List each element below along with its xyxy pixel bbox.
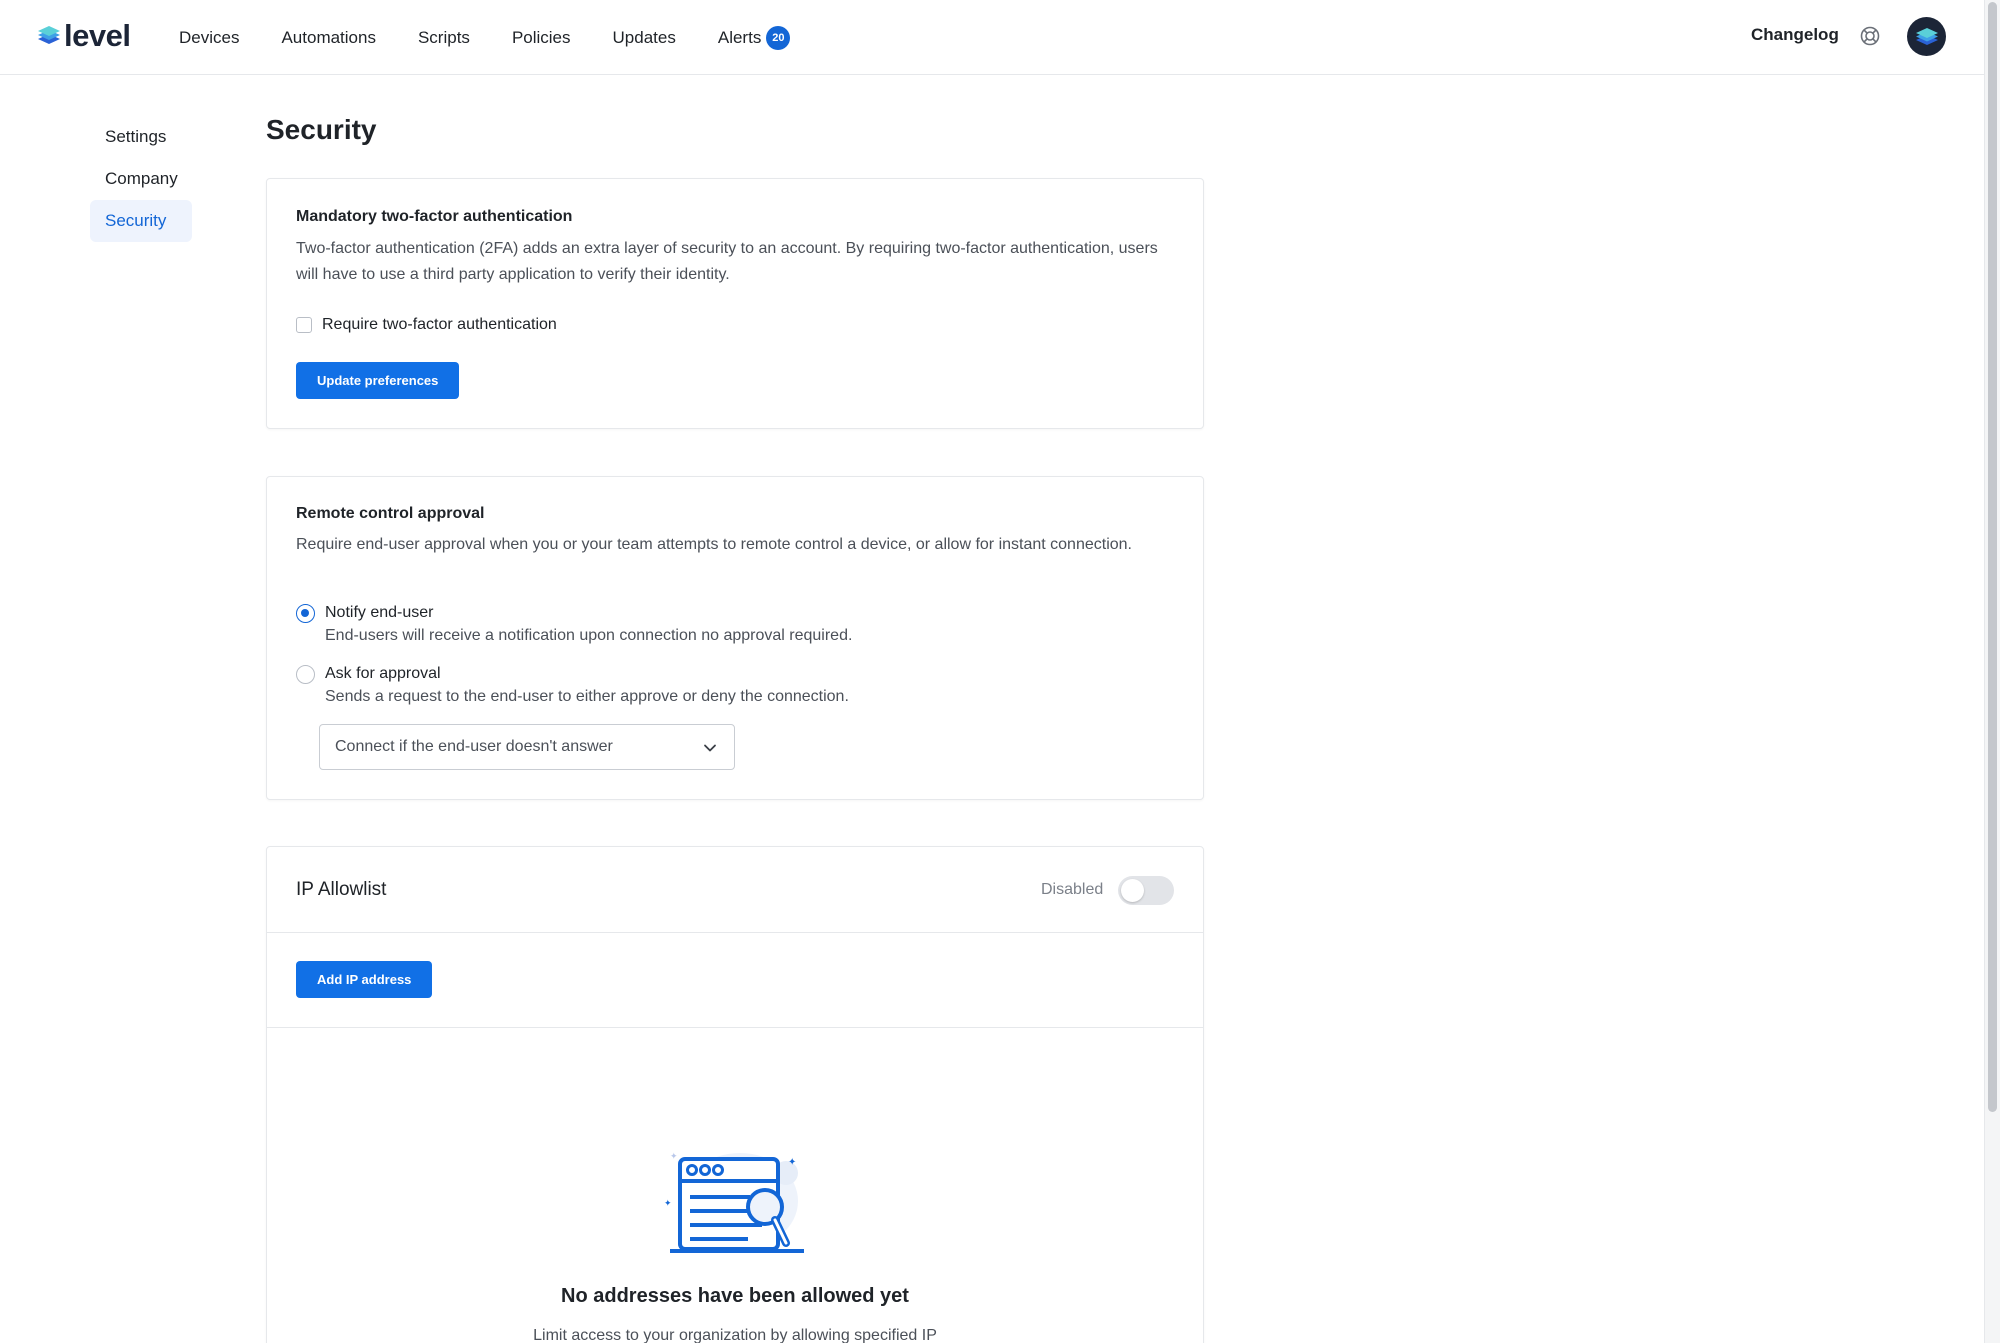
empty-state-description: Limit access to your organization by all… [533,1327,937,1343]
two-factor-card: Mandatory two-factor authentication Two-… [266,178,1204,429]
select-value: Connect if the end-user doesn't answer [335,738,613,755]
two-factor-title: Mandatory two-factor authentication [296,208,573,225]
ip-allowlist-card: IP Allowlist Disabled Add IP address ✦ ✦… [266,846,1204,1343]
require-2fa-row[interactable]: Require two-factor authentication [296,316,557,334]
logo-text: level [64,18,131,53]
ip-allowlist-actions: Add IP address [267,933,1203,1028]
notify-end-user-label[interactable]: Notify end-user [325,603,852,623]
notify-end-user-description: End-users will receive a notification up… [325,627,853,644]
lifebuoy-icon[interactable] [1860,26,1880,46]
svg-text:✦: ✦ [670,1152,678,1162]
layers-avatar-icon [1915,27,1938,45]
browser-search-illustration: ✦ ✦ ✦ [664,1152,804,1253]
remote-control-title: Remote control approval [296,505,485,522]
level-layers-logo-icon [38,26,60,44]
level-logo[interactable]: level [36,18,131,53]
nav-item-automations[interactable]: Automations [281,28,376,48]
add-ip-address-button[interactable]: Add IP address [296,961,433,998]
alerts-count-badge: 20 [766,25,791,50]
require-2fa-checkbox[interactable] [296,317,312,333]
main-nav: Devices Automations Scripts Policies Upd… [179,0,832,75]
no-answer-behavior-select[interactable]: Connect if the end-user doesn't answer [319,724,735,770]
sidebar-item-settings[interactable]: Settings [90,116,192,158]
sidebar-item-security[interactable]: Security [90,200,192,242]
settings-sidebar: Settings Company Security [90,116,192,242]
scrollbar-thumb[interactable] [1988,2,1997,1112]
ask-for-approval-label[interactable]: Ask for approval [325,664,849,684]
empty-state-title: No addresses have been allowed yet [561,1285,909,1307]
nav-item-updates[interactable]: Updates [613,28,676,48]
update-preferences-button[interactable]: Update preferences [296,362,460,399]
ip-allowlist-toggle[interactable] [1118,876,1174,905]
ask-for-approval-description: Sends a request to the end-user to eithe… [325,688,849,705]
svg-text:✦: ✦ [664,1199,672,1209]
nav-item-alerts[interactable]: Alerts 20 [717,25,791,50]
page-title: Security [266,114,377,145]
two-factor-description: Two-factor authentication (2FA) adds an … [296,240,1158,283]
nav-item-devices[interactable]: Devices [179,28,239,48]
changelog-link[interactable]: Changelog [1751,25,1839,45]
ask-for-approval-radio[interactable] [296,665,315,684]
remote-control-card: Remote control approval Require end-user… [266,476,1204,800]
nav-item-scripts[interactable]: Scripts [418,28,470,48]
avatar[interactable] [1907,17,1946,56]
chevron-down-icon [704,744,716,752]
ip-allowlist-status: Disabled [1041,881,1104,898]
ip-allowlist-title: IP Allowlist [296,879,387,900]
page-scrollbar[interactable] [1984,0,2000,1343]
ip-allowlist-header: IP Allowlist Disabled [267,847,1203,933]
top-navigation-bar: level Devices Automations Scripts Polici… [0,0,1984,75]
notify-end-user-radio[interactable] [296,604,315,623]
nav-item-alerts-label: Alerts [717,27,762,47]
require-2fa-label[interactable]: Require two-factor authentication [322,316,557,334]
nav-item-policies[interactable]: Policies [512,28,571,48]
toggle-knob [1121,879,1144,902]
radio-option-ask[interactable]: Ask for approval Sends a request to the … [296,664,849,707]
svg-text:✦: ✦ [788,1157,796,1168]
remote-control-description: Require end-user approval when you or yo… [296,536,1132,553]
sidebar-item-company[interactable]: Company [90,158,192,200]
radio-option-notify[interactable]: Notify end-user End-users will receive a… [296,603,852,646]
